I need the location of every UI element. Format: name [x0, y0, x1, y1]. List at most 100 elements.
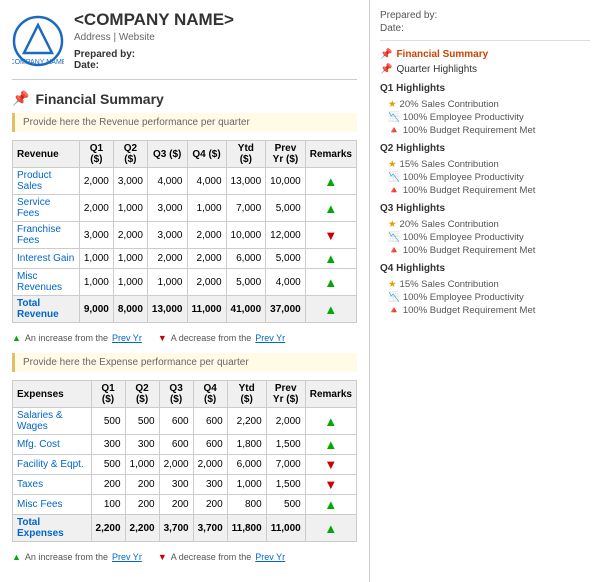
highlight-item-2-2: 🔺100% Budget Requirement Met — [388, 244, 590, 257]
expense-note-text: Provide here the Expense performance per… — [23, 357, 249, 368]
cell-2-5: 10,000 — [226, 222, 266, 249]
col-header-2: Q2 ($) — [125, 381, 159, 408]
marker-down-icon: ▼ — [158, 333, 167, 343]
expense-marker-down-text: A decrease from the — [171, 552, 252, 562]
cell-3-6: 1,500 — [266, 475, 305, 495]
expense-marker-down-icon: ▼ — [158, 552, 167, 562]
col-header-6: Prev Yr ($) — [266, 381, 305, 408]
nav-quarter-highlights[interactable]: 📌 Quarter Highlights — [380, 62, 590, 77]
cell-3-0: Taxes — [13, 475, 92, 495]
nav-quarter-label: Quarter Highlights — [396, 64, 477, 75]
highlight-icon-1-0: ★ — [388, 159, 397, 170]
section-title-text: Financial Summary — [35, 91, 163, 107]
col-header-5: Ytd ($) — [227, 381, 266, 408]
cell-1-6: 5,000 — [266, 195, 306, 222]
highlight-text-1-1: 100% Employee Productivity — [403, 172, 524, 183]
revenue-marker: ▲ An increase from the Prev Yr ▼ A decre… — [12, 333, 357, 343]
col-header-3: Q3 ($) — [147, 141, 187, 168]
sidebar-quarters: Q1 Highlights★20% Sales Contribution📉100… — [380, 81, 590, 317]
cell-remarks-5: ▲ — [305, 296, 356, 323]
cell-5-6: 11,000 — [266, 515, 305, 542]
cell-1-0: Service Fees — [13, 195, 80, 222]
cell-2-5: 6,000 — [227, 455, 266, 475]
cell-0-1: 500 — [91, 408, 125, 435]
revenue-table-header: RevenueQ1 ($)Q2 ($)Q3 ($)Q4 ($)Ytd ($)Pr… — [13, 141, 357, 168]
highlight-item-2-0: ★20% Sales Contribution — [388, 218, 590, 231]
sidebar-quarter-header-2[interactable]: Q2 Highlights — [380, 141, 590, 156]
highlight-text-3-1: 100% Employee Productivity — [403, 292, 524, 303]
cell-2-4: 2,000 — [187, 222, 226, 249]
cell-3-1: 200 — [91, 475, 125, 495]
trend-up-icon: ▲ — [324, 437, 337, 452]
cell-1-3: 3,000 — [147, 195, 187, 222]
marker-down-link[interactable]: Prev Yr — [255, 333, 285, 343]
sidebar-quarter-header-4[interactable]: Q4 Highlights — [380, 261, 590, 276]
cell-5-3: 13,000 — [147, 296, 187, 323]
sidebar-quarter-header-3[interactable]: Q3 Highlights — [380, 201, 590, 216]
col-header-3: Q3 ($) — [159, 381, 193, 408]
sidebar-date: Date: — [380, 23, 590, 34]
cell-2-6: 7,000 — [266, 455, 305, 475]
nav-financial-label: Financial Summary — [396, 49, 488, 60]
table-row: Franchise Fees3,0002,0003,0002,00010,000… — [13, 222, 357, 249]
expense-table-body: Salaries & Wages5005006006002,2002,000▲M… — [13, 408, 357, 542]
highlight-text-1-2: 100% Budget Requirement Met — [403, 185, 536, 196]
cell-5-1: 9,000 — [79, 296, 113, 323]
cell-2-0: Facility & Eqpt. — [13, 455, 92, 475]
expense-marker-up-text: An increase from the — [25, 552, 108, 562]
trend-up-icon: ▲ — [324, 414, 337, 429]
revenue-table-body: Product Sales2,0003,0004,0004,00013,0001… — [13, 168, 357, 323]
highlight-text-3-0: 15% Sales Contribution — [400, 279, 499, 290]
cell-0-3: 4,000 — [147, 168, 187, 195]
section-title-financial: 📌 Financial Summary — [12, 90, 357, 107]
cell-remarks-2: ▼ — [305, 222, 356, 249]
cell-0-6: 10,000 — [266, 168, 306, 195]
col-header-0: Expenses — [13, 381, 92, 408]
expense-note: Provide here the Expense performance per… — [12, 353, 357, 372]
cell-1-6: 1,500 — [266, 435, 305, 455]
cell-2-1: 3,000 — [79, 222, 113, 249]
cell-3-2: 1,000 — [113, 249, 147, 269]
cell-3-3: 300 — [159, 475, 193, 495]
table-row: Total Revenue9,0008,00013,00011,00041,00… — [13, 296, 357, 323]
cell-5-4: 3,700 — [193, 515, 227, 542]
cell-remarks-5: ▲ — [305, 515, 356, 542]
cell-3-1: 1,000 — [79, 249, 113, 269]
cell-0-0: Product Sales — [13, 168, 80, 195]
cell-4-1: 1,000 — [79, 269, 113, 296]
expense-table-container: ExpensesQ1 ($)Q2 ($)Q3 ($)Q4 ($)Ytd ($)P… — [12, 380, 357, 548]
svg-text:COMPANY NAME: COMPANY NAME — [12, 59, 64, 66]
highlight-icon-3-1: 📉 — [388, 292, 400, 303]
col-header-5: Ytd ($) — [226, 141, 266, 168]
col-header-1: Q1 ($) — [91, 381, 125, 408]
cell-remarks-2: ▼ — [305, 455, 356, 475]
highlight-text-0-2: 100% Budget Requirement Met — [403, 125, 536, 136]
cell-3-5: 6,000 — [226, 249, 266, 269]
expense-marker-down-link[interactable]: Prev Yr — [255, 552, 285, 562]
cell-1-2: 300 — [125, 435, 159, 455]
trend-down-icon: ▼ — [324, 457, 337, 472]
highlight-item-0-0: ★20% Sales Contribution — [388, 98, 590, 111]
cell-5-2: 8,000 — [113, 296, 147, 323]
nav-financial-summary[interactable]: 📌 Financial Summary — [380, 47, 590, 62]
sidebar-quarter-header-1[interactable]: Q1 Highlights — [380, 81, 590, 96]
marker-up-text: An increase from the — [25, 333, 108, 343]
cell-1-3: 600 — [159, 435, 193, 455]
highlight-item-3-2: 🔺100% Budget Requirement Met — [388, 304, 590, 317]
company-name: <COMPANY NAME> — [74, 10, 234, 30]
cell-3-4: 300 — [193, 475, 227, 495]
cell-4-3: 1,000 — [147, 269, 187, 296]
cell-3-6: 5,000 — [266, 249, 306, 269]
prepared-by-label: Prepared by: — [74, 49, 234, 60]
expense-marker-up-link[interactable]: Prev Yr — [112, 552, 142, 562]
revenue-note: Provide here the Revenue performance per… — [12, 113, 357, 132]
cell-1-4: 1,000 — [187, 195, 226, 222]
cell-0-4: 4,000 — [187, 168, 226, 195]
pin-icon: 📌 — [12, 90, 29, 107]
marker-up-link[interactable]: Prev Yr — [112, 333, 142, 343]
table-row: Mfg. Cost3003006006001,8001,500▲ — [13, 435, 357, 455]
highlight-text-3-2: 100% Budget Requirement Met — [403, 305, 536, 316]
highlight-icon-1-1: 📉 — [388, 172, 400, 183]
cell-3-3: 2,000 — [147, 249, 187, 269]
col-header-4: Q4 ($) — [193, 381, 227, 408]
